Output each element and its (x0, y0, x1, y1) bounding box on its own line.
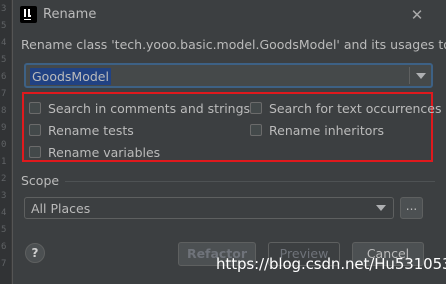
option-label: Rename variables (48, 145, 161, 160)
option-search-comments[interactable]: Search in comments and strings (29, 101, 250, 116)
line-number: 0 (1, 140, 7, 150)
option-label: Rename inheritors (269, 123, 385, 138)
watermark-text: https://blog.csdn.net/Hu531053 (216, 255, 446, 273)
option-label: Search in comments and strings (48, 101, 251, 116)
line-number: 3 (1, 191, 7, 201)
line-number: 9 (1, 123, 7, 133)
option-label: Rename tests (48, 123, 134, 138)
line-number: 7 (1, 259, 7, 269)
option-rename-inheritors[interactable]: Rename inheritors (250, 123, 400, 138)
line-number: 4 (1, 38, 7, 48)
option-rename-tests[interactable]: Rename tests (29, 123, 179, 138)
line-number: 8 (1, 106, 7, 116)
line-number: 1 (1, 157, 7, 167)
chevron-down-icon[interactable] (376, 205, 386, 211)
chevron-down-icon[interactable] (416, 73, 426, 79)
option-search-text[interactable]: Search for text occurrences (250, 101, 442, 116)
line-number: 5 (1, 225, 7, 235)
combo-separator (409, 67, 410, 84)
help-button[interactable]: ? (25, 243, 45, 263)
title-bar[interactable]: Rename ✕ (13, 0, 446, 30)
checkbox[interactable] (29, 146, 41, 158)
rename-dialog: Rename ✕ Rename class 'tech.yooo.basic.m… (12, 0, 446, 284)
editor-gutter: 3 5 4 5 6 7 8 9 0 1 2 3 4 5 6 7 (0, 0, 12, 284)
options-highlight-box: Search in comments and strings Search fo… (22, 92, 442, 162)
checkbox[interactable] (250, 124, 262, 136)
close-icon[interactable]: ✕ (407, 5, 427, 25)
checkbox[interactable] (29, 124, 41, 136)
rename-prompt: Rename class 'tech.yooo.basic.model.Good… (21, 37, 446, 52)
new-name-value[interactable]: GoodsModel (30, 68, 111, 85)
line-number: 6 (1, 72, 7, 82)
line-number: 6 (1, 242, 7, 252)
checkbox[interactable] (250, 102, 262, 114)
line-number: 5 (1, 55, 7, 65)
option-label: Search for text occurrences (269, 101, 442, 116)
new-name-field[interactable]: GoodsModel (24, 63, 433, 88)
checkbox[interactable] (29, 102, 41, 114)
line-number: 2 (1, 174, 7, 184)
scope-select[interactable]: All Places (24, 197, 394, 219)
scope-label: Scope (21, 173, 60, 188)
line-number: 5 (1, 21, 7, 31)
dialog-title: Rename (43, 7, 97, 22)
option-rename-variables[interactable]: Rename variables (29, 145, 179, 160)
scope-value: All Places (31, 201, 91, 216)
scope-more-button[interactable]: ... (400, 197, 423, 219)
intellij-app-icon (20, 6, 37, 23)
line-number: 3 (1, 4, 7, 14)
line-number: 4 (1, 208, 7, 218)
line-number: 7 (1, 89, 7, 99)
scope-divider (65, 181, 435, 182)
